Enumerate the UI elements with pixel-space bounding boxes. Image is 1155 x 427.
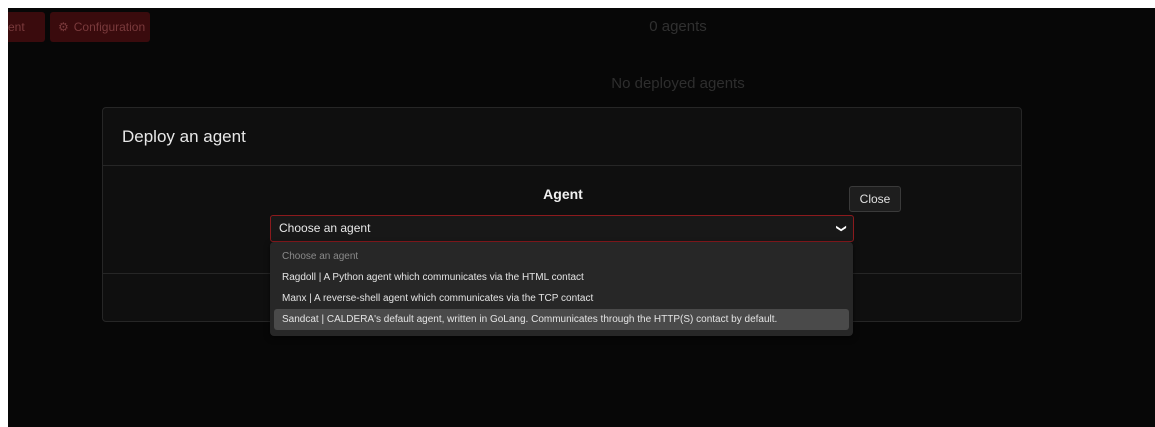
modal-title: Deploy an agent: [122, 127, 246, 146]
dropdown-option-placeholder[interactable]: Choose an agent: [274, 246, 849, 267]
agent-count: 0 agents: [649, 18, 707, 35]
dropdown-option-ragdoll[interactable]: Ragdoll | A Python agent which communica…: [274, 267, 849, 288]
agent-select-value: Choose an agent: [279, 221, 371, 235]
agents-button-label: ent: [8, 20, 25, 34]
app-screen: ent ⚙ Configuration 0 agents No deployed …: [8, 8, 1155, 427]
gear-icon: ⚙: [58, 20, 69, 34]
configuration-button-label: Configuration: [73, 20, 146, 34]
close-button[interactable]: Close: [849, 186, 901, 212]
dropdown-option-sandcat[interactable]: Sandcat | CALDERA's default agent, writt…: [274, 309, 849, 330]
dropdown-option-manx[interactable]: Manx | A reverse-shell agent which commu…: [274, 288, 849, 309]
agent-dropdown-list: Choose an agent Ragdoll | A Python agent…: [270, 242, 853, 336]
empty-agents-message: No deployed agents: [611, 75, 745, 92]
chevron-down-icon: ❯: [835, 224, 847, 233]
agent-select[interactable]: Choose an agent ❯: [270, 215, 854, 242]
agents-button[interactable]: ent: [8, 12, 45, 42]
configuration-button[interactable]: ⚙ Configuration: [50, 12, 150, 42]
modal-header: Deploy an agent: [103, 108, 1021, 166]
close-button-label: Close: [859, 192, 891, 206]
